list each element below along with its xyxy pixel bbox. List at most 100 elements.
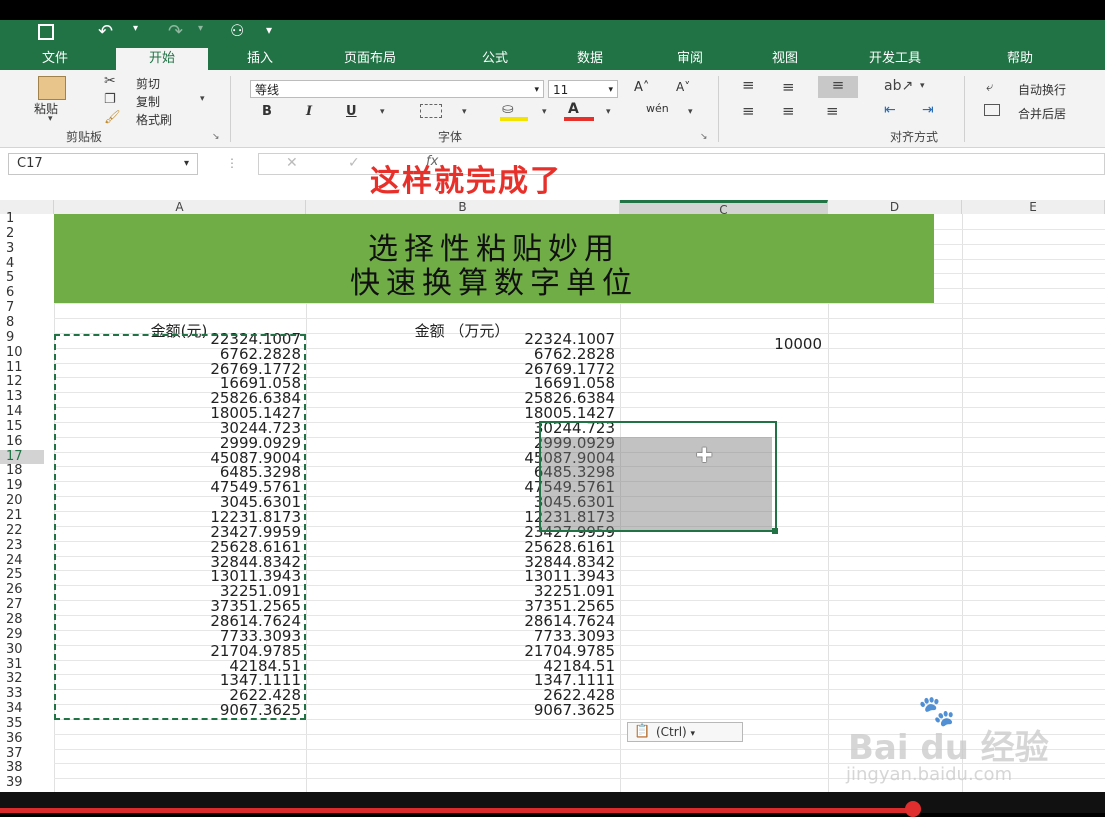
- touch-mode-icon[interactable]: ⚇: [230, 21, 244, 40]
- orientation-dropdown-icon[interactable]: ▾: [920, 81, 925, 91]
- fill-color-icon[interactable]: ⛀: [502, 101, 514, 117]
- row-header-17[interactable]: 17: [0, 449, 44, 465]
- font-color-dropdown-icon[interactable]: ▾: [606, 107, 611, 117]
- row-header-26[interactable]: 26: [0, 582, 44, 598]
- enter-icon[interactable]: ✓: [348, 155, 360, 171]
- borders-dropdown-icon[interactable]: ▾: [462, 107, 467, 117]
- row-header-34[interactable]: 34: [0, 701, 44, 717]
- row-header-20[interactable]: 20: [0, 493, 44, 509]
- worksheet[interactable]: A B C D E 1 2 3 4 5 6 7 8 9 10 11 12 13 14 15 16 17 18 19 2…: [0, 200, 1105, 792]
- align-right-icon[interactable]: ≡: [826, 102, 839, 120]
- increase-indent-icon[interactable]: ⇥: [922, 102, 934, 118]
- row-header-3[interactable]: 3: [0, 241, 44, 257]
- row-header-14[interactable]: 14: [0, 404, 44, 420]
- column-header-b[interactable]: B: [306, 200, 620, 214]
- row-header-38[interactable]: 38: [0, 761, 44, 776]
- row-header-9[interactable]: 9: [0, 330, 44, 346]
- row-header-2[interactable]: 2: [0, 226, 44, 242]
- top-align-icon[interactable]: ≡: [742, 76, 755, 94]
- row-header-1[interactable]: 1: [0, 211, 44, 227]
- dialog-launcher-icon[interactable]: ↘: [700, 132, 708, 142]
- borders-icon[interactable]: [420, 104, 442, 118]
- tab-insert[interactable]: 插入: [225, 48, 295, 70]
- tab-data[interactable]: 数据: [555, 48, 625, 70]
- merge-center-icon[interactable]: [984, 104, 1000, 116]
- align-center-icon[interactable]: ≡: [782, 102, 795, 120]
- phonetic-dropdown-icon[interactable]: ▾: [688, 107, 693, 117]
- paste-button[interactable]: 粘贴: [34, 100, 58, 117]
- wrap-text-button[interactable]: 自动换行: [1018, 81, 1066, 98]
- tab-page-layout[interactable]: 页面布局: [320, 48, 420, 70]
- cell-c9-divisor[interactable]: 10000: [620, 335, 822, 353]
- row-header-13[interactable]: 13: [0, 389, 44, 405]
- paste-icon[interactable]: [38, 76, 66, 100]
- italic-button[interactable]: I: [306, 104, 312, 119]
- orientation-icon[interactable]: ab↗: [884, 78, 913, 94]
- row-header-32[interactable]: 32: [0, 671, 44, 687]
- phonetic-guide-icon[interactable]: wén: [646, 102, 669, 115]
- row-header-25[interactable]: 25: [0, 568, 44, 583]
- row-header-18[interactable]: 18: [0, 464, 44, 479]
- row-header-36[interactable]: 36: [0, 731, 44, 747]
- cut-button[interactable]: 剪切: [136, 75, 160, 92]
- tab-help[interactable]: 帮助: [985, 48, 1055, 70]
- tab-developer[interactable]: 开发工具: [845, 48, 945, 70]
- title-banner[interactable]: 选择性粘贴妙用 快速换算数字单位: [54, 214, 934, 303]
- redo-icon[interactable]: ↷: [168, 21, 183, 42]
- selection-range[interactable]: [539, 421, 777, 532]
- tab-file[interactable]: 文件: [20, 48, 90, 70]
- underline-button[interactable]: U: [346, 104, 357, 119]
- row-header-30[interactable]: 30: [0, 642, 44, 658]
- undo-dropdown-icon[interactable]: ▾: [133, 23, 138, 34]
- row-header-28[interactable]: 28: [0, 612, 44, 628]
- tab-home[interactable]: 开始: [116, 48, 208, 70]
- copy-button[interactable]: 复制: [136, 93, 160, 110]
- row-header-8[interactable]: 8: [0, 315, 44, 331]
- row-header-11[interactable]: 11: [0, 360, 44, 376]
- row-header-5[interactable]: 5: [0, 271, 44, 286]
- column-header-a[interactable]: A: [54, 200, 306, 214]
- tab-review[interactable]: 审阅: [655, 48, 725, 70]
- row-header-19[interactable]: 19: [0, 478, 44, 494]
- row-header-29[interactable]: 29: [0, 627, 44, 643]
- video-progress-handle[interactable]: [905, 801, 921, 817]
- row-header-23[interactable]: 23: [0, 538, 44, 554]
- cut-icon[interactable]: ✂: [104, 73, 116, 89]
- format-painter-icon[interactable]: 🖌: [104, 110, 121, 125]
- increase-font-icon[interactable]: A˄: [634, 80, 649, 95]
- row-header-7[interactable]: 7: [0, 300, 44, 316]
- row-header-15[interactable]: 15: [0, 419, 44, 435]
- bottom-align-icon[interactable]: ≡: [818, 76, 858, 98]
- fill-color-dropdown-icon[interactable]: ▾: [542, 107, 547, 117]
- underline-dropdown-icon[interactable]: ▾: [380, 107, 385, 117]
- name-box[interactable]: C17 ▾: [8, 153, 198, 175]
- row-header-21[interactable]: 21: [0, 508, 44, 524]
- video-progress-bar[interactable]: [0, 808, 915, 813]
- row-header-39[interactable]: 39: [0, 775, 44, 791]
- bold-button[interactable]: B: [262, 104, 272, 119]
- format-painter-button[interactable]: 格式刷: [136, 111, 172, 128]
- quick-access-dropdown-icon[interactable]: ▾: [266, 23, 272, 37]
- column-header-c[interactable]: C: [620, 200, 828, 217]
- row-header-4[interactable]: 4: [0, 256, 44, 272]
- font-color-icon[interactable]: A: [568, 101, 579, 117]
- font-size-combo[interactable]: 11 ▾: [548, 80, 618, 98]
- decrease-indent-icon[interactable]: ⇤: [884, 102, 896, 118]
- column-header-d[interactable]: D: [828, 200, 962, 214]
- copy-icon[interactable]: ❐: [104, 92, 116, 107]
- row-header-37[interactable]: 37: [0, 746, 44, 762]
- row-header-27[interactable]: 27: [0, 597, 44, 613]
- tab-view[interactable]: 视图: [750, 48, 820, 70]
- fill-handle[interactable]: [772, 528, 778, 534]
- align-left-icon[interactable]: ≡: [742, 102, 755, 120]
- copy-dropdown-icon[interactable]: ▾: [200, 94, 205, 104]
- row-header-24[interactable]: 24: [0, 553, 44, 569]
- row-header-22[interactable]: 22: [0, 523, 44, 539]
- row-header-12[interactable]: 12: [0, 374, 44, 390]
- row-header-31[interactable]: 31: [0, 657, 44, 673]
- cancel-icon[interactable]: ✕: [286, 155, 298, 171]
- row-header-16[interactable]: 16: [0, 434, 44, 450]
- row-header-10[interactable]: 10: [0, 345, 44, 361]
- row-header-35[interactable]: 35: [0, 716, 44, 732]
- font-name-combo[interactable]: 等线 ▾: [250, 80, 544, 98]
